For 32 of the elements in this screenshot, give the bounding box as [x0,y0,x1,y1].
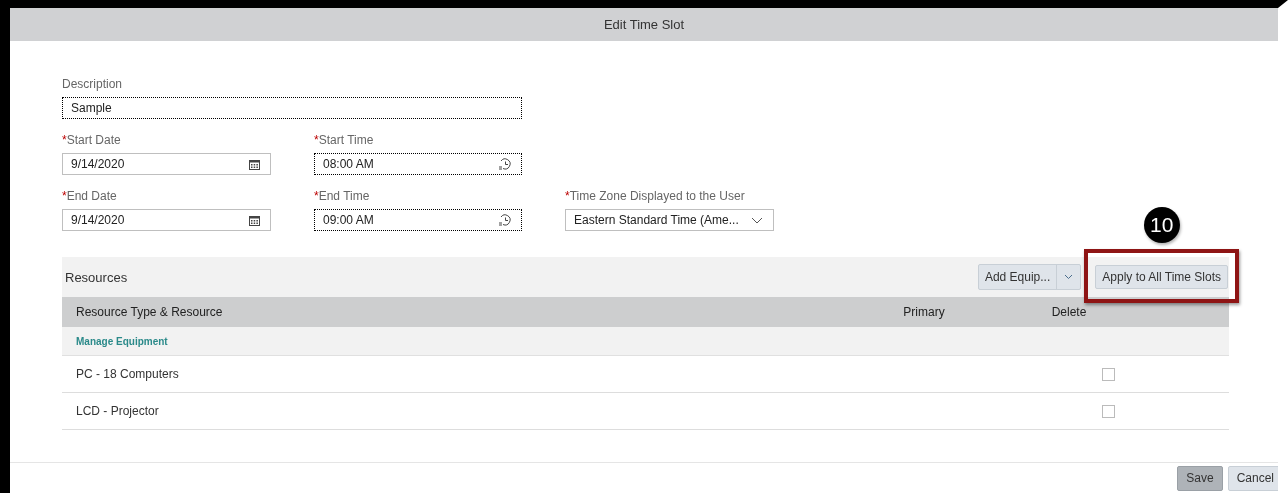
field-label: Description [62,77,124,91]
calendar-icon [249,158,260,170]
cancel-button[interactable]: Cancel [1227,465,1278,491]
date-field[interactable]: 9/14/2020 [62,209,271,231]
chevron-down-icon [751,216,763,224]
dialog-title: Edit Time Slot [603,17,685,32]
add-equipment-split-button[interactable]: Add Equip... [977,264,1082,290]
field-label: *Time Zone Displayed to the User [565,189,746,203]
field-label: *End Date [62,189,118,203]
field-label: *End Time [314,189,371,203]
time-field[interactable]: 08:00 AM [314,153,522,175]
column-header: Resource Type & Resource [75,305,224,319]
delete-checkbox[interactable] [1102,367,1115,381]
table-cell-text: PC - 18 Computers [75,367,180,381]
column-header: Delete [1050,305,1088,319]
input-field[interactable]: Sample [62,97,522,119]
group-title: Manage Equipment [76,335,168,347]
delete-checkbox[interactable] [1102,404,1115,418]
field-label: *Start Date [62,133,122,147]
save-button[interactable]: Save [1177,465,1223,491]
step-badge: 10 [1143,207,1180,243]
column-header: Primary [902,305,946,319]
date-field[interactable]: 9/14/2020 [62,153,271,175]
time-zone-dropdown[interactable]: Eastern Standard Time (Ame... [565,209,774,231]
clock-icon [498,158,511,170]
clock-icon [498,214,511,226]
section-title: Resources [65,269,129,285]
time-field[interactable]: 09:00 AM [314,209,522,231]
table-cell-text: LCD - Projector [75,404,160,418]
field-label: *Start Time [314,133,375,147]
calendar-icon [249,214,260,226]
apply-button[interactable]: Apply to All Time Slots [1095,265,1228,289]
